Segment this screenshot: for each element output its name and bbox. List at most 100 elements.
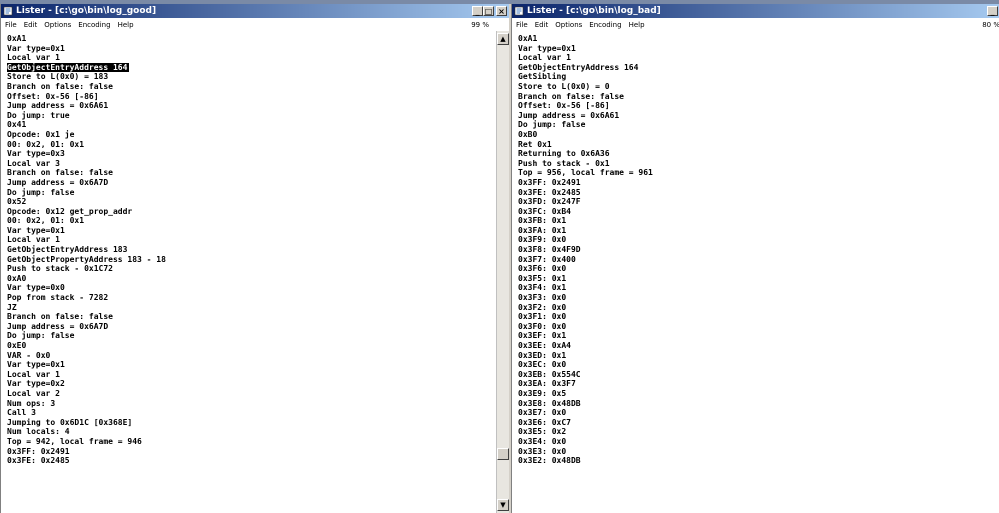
minimize-button[interactable]: _ bbox=[472, 6, 483, 16]
log-line[interactable]: 0x3E3: 0x0 bbox=[518, 447, 653, 457]
maximize-button[interactable]: □ bbox=[483, 6, 494, 16]
log-line[interactable]: 0xA1 bbox=[518, 34, 653, 44]
log-line[interactable]: 0x3F7: 0x400 bbox=[518, 255, 653, 265]
log-line[interactable]: Call 3 bbox=[7, 408, 166, 418]
log-line[interactable]: 0x3F1: 0x0 bbox=[518, 312, 653, 322]
log-line[interactable]: 0x3FE: 0x2485 bbox=[518, 188, 653, 198]
log-line[interactable]: Do jump: false bbox=[7, 188, 166, 198]
minimize-button[interactable]: _ bbox=[987, 6, 998, 16]
scroll-down-button[interactable]: ▼ bbox=[497, 499, 509, 511]
log-line[interactable]: 0x3EF: 0x1 bbox=[518, 331, 653, 341]
log-line[interactable]: Opcode: 0x12 get_prop_addr bbox=[7, 207, 166, 217]
log-line[interactable]: Num locals: 4 bbox=[7, 427, 166, 437]
log-line[interactable]: Ret 0x1 bbox=[518, 140, 653, 150]
log-line[interactable]: 0xA1 bbox=[7, 34, 166, 44]
log-line[interactable]: 0x41 bbox=[7, 120, 166, 130]
log-line[interactable]: 0x3FF: 0x2491 bbox=[518, 178, 653, 188]
log-line[interactable]: 0x3EE: 0xA4 bbox=[518, 341, 653, 351]
log-line[interactable]: Branch on false: false bbox=[7, 82, 166, 92]
log-line[interactable]: 0x52 bbox=[7, 197, 166, 207]
log-line[interactable]: 0x3F5: 0x1 bbox=[518, 274, 653, 284]
log-line[interactable]: Jump address = 0x6A7D bbox=[7, 178, 166, 188]
menu-options[interactable]: Options bbox=[555, 21, 582, 29]
log-line[interactable]: 0x3E2: 0x48DB bbox=[518, 456, 653, 466]
log-text[interactable]: 0xA1 Var type=0x1 Local var 1 GetObjectEntr… bbox=[518, 34, 653, 466]
log-line[interactable]: Jumping to 0x6D1C [0x368E] bbox=[7, 418, 166, 428]
log-line[interactable]: Var type=0x1 bbox=[7, 44, 166, 54]
scroll-thumb[interactable] bbox=[497, 448, 509, 460]
log-line[interactable]: 0x3FD: 0x247F bbox=[518, 197, 653, 207]
log-line[interactable]: 0x3EC: 0x0 bbox=[518, 360, 653, 370]
log-line[interactable]: 0x3F0: 0x0 bbox=[518, 322, 653, 332]
log-line[interactable]: GetObjectPropertyAddress 183 - 18 bbox=[7, 255, 166, 265]
log-line[interactable]: Local var 2 bbox=[7, 389, 166, 399]
log-line[interactable]: 00: 0x2, 01: 0x1 bbox=[7, 140, 166, 150]
log-line[interactable]: Do jump: false bbox=[518, 120, 653, 130]
log-line[interactable]: Branch on false: false bbox=[518, 92, 653, 102]
title-bar[interactable]: Lister - [c:\go\bin\log_bad] _ bbox=[512, 4, 999, 18]
log-line[interactable]: 0x3ED: 0x1 bbox=[518, 351, 653, 361]
log-line[interactable]: 0x3EB: 0x554C bbox=[518, 370, 653, 380]
log-line[interactable]: Do jump: true bbox=[7, 111, 166, 121]
log-line[interactable]: GetSibling bbox=[518, 72, 653, 82]
log-line[interactable]: Store to L(0x0) = 0 bbox=[518, 82, 653, 92]
log-line[interactable]: 0x3F9: 0x0 bbox=[518, 235, 653, 245]
log-line[interactable]: 0x3E4: 0x0 bbox=[518, 437, 653, 447]
log-line[interactable]: Returning to 0x6A36 bbox=[518, 149, 653, 159]
log-line[interactable]: VAR - 0x0 bbox=[7, 351, 166, 361]
log-line[interactable]: 0x3F3: 0x0 bbox=[518, 293, 653, 303]
log-line[interactable]: Local var 1 bbox=[7, 53, 166, 63]
log-text[interactable]: 0xA1 Var type=0x1 Local var 1 GetObjectEntr… bbox=[7, 34, 166, 466]
log-line[interactable]: Top = 956, local frame = 961 bbox=[518, 168, 653, 178]
log-line[interactable]: Var type=0x0 bbox=[7, 283, 166, 293]
close-button[interactable]: × bbox=[496, 6, 507, 16]
log-line[interactable]: JZ bbox=[7, 303, 166, 313]
menu-edit[interactable]: Edit bbox=[24, 21, 38, 29]
log-line[interactable]: Top = 942, local frame = 946 bbox=[7, 437, 166, 447]
log-line[interactable]: GetObjectEntryAddress 164 bbox=[518, 63, 653, 73]
log-line[interactable]: Offset: 0x-56 [-86] bbox=[7, 92, 166, 102]
log-line[interactable]: 0x3E9: 0x5 bbox=[518, 389, 653, 399]
menu-help[interactable]: Help bbox=[118, 21, 134, 29]
log-line[interactable]: 0x3E8: 0x48DB bbox=[518, 399, 653, 409]
log-line[interactable]: 0xE0 bbox=[7, 341, 166, 351]
log-line[interactable]: 0xB0 bbox=[518, 130, 653, 140]
log-line[interactable]: 0x3EA: 0x3F7 bbox=[518, 379, 653, 389]
log-line[interactable]: 0x3FA: 0x1 bbox=[518, 226, 653, 236]
log-line[interactable]: 0x3E7: 0x0 bbox=[518, 408, 653, 418]
log-line[interactable]: Push to stack - 0x1C72 bbox=[7, 264, 166, 274]
log-line[interactable]: Var type=0x3 bbox=[7, 149, 166, 159]
log-line[interactable]: 00: 0x2, 01: 0x1 bbox=[7, 216, 166, 226]
log-line[interactable]: Jump address = 0x6A7D bbox=[7, 322, 166, 332]
menu-file[interactable]: File bbox=[516, 21, 528, 29]
vertical-scrollbar[interactable]: ▲ ▼ bbox=[496, 31, 509, 513]
text-view[interactable]: 0xA1 Var type=0x1 Local var 1 GetObjectEntr… bbox=[1, 31, 509, 513]
log-line[interactable]: Var type=0x1 bbox=[518, 44, 653, 54]
log-line[interactable]: Push to stack - 0x1 bbox=[518, 159, 653, 169]
log-line[interactable]: Local var 3 bbox=[7, 159, 166, 169]
log-line[interactable]: 0x3F2: 0x0 bbox=[518, 303, 653, 313]
title-bar[interactable]: Lister - [c:\go\bin\log_good] _ □ × bbox=[1, 4, 509, 18]
log-line[interactable]: GetObjectEntryAddress 183 bbox=[7, 245, 166, 255]
log-line[interactable]: Branch on false: false bbox=[7, 312, 166, 322]
log-line[interactable]: 0x3FF: 0x2491 bbox=[7, 447, 166, 457]
log-line[interactable]: 0xA0 bbox=[7, 274, 166, 284]
log-line[interactable]: Var type=0x1 bbox=[7, 360, 166, 370]
scroll-up-button[interactable]: ▲ bbox=[497, 33, 509, 45]
log-line[interactable]: 0x3F4: 0x1 bbox=[518, 283, 653, 293]
log-line[interactable]: Branch on false: false bbox=[7, 168, 166, 178]
log-line[interactable]: Jump address = 0x6A61 bbox=[518, 111, 653, 121]
text-view[interactable]: 0xA1 Var type=0x1 Local var 1 GetObjectEntr… bbox=[512, 31, 999, 513]
menu-help[interactable]: Help bbox=[629, 21, 645, 29]
log-line[interactable]: Pop from stack - 7282 bbox=[7, 293, 166, 303]
menu-options[interactable]: Options bbox=[44, 21, 71, 29]
log-line[interactable]: Offset: 0x-56 [-86] bbox=[518, 101, 653, 111]
menu-encoding[interactable]: Encoding bbox=[589, 21, 621, 29]
log-line[interactable]: 0x3E6: 0xC7 bbox=[518, 418, 653, 428]
log-line[interactable]: Store to L(0x0) = 183 bbox=[7, 72, 166, 82]
log-line[interactable]: Jump address = 0x6A61 bbox=[7, 101, 166, 111]
log-line[interactable]: GetObjectEntryAddress 164 bbox=[7, 62, 130, 73]
log-line[interactable]: 0x3F8: 0x4F9D bbox=[518, 245, 653, 255]
menu-file[interactable]: File bbox=[5, 21, 17, 29]
log-line[interactable]: Local var 1 bbox=[7, 370, 166, 380]
